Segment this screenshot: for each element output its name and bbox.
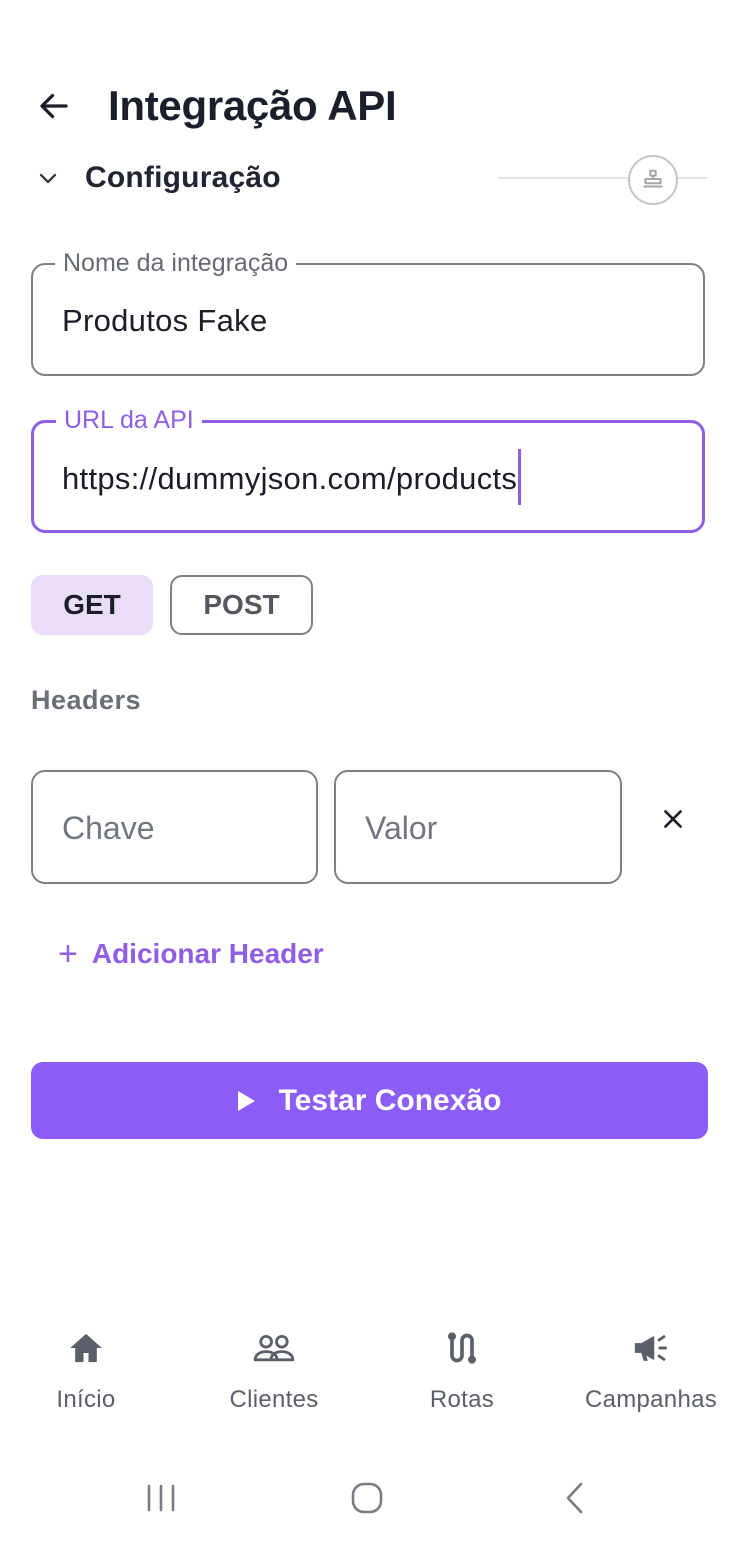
add-header-button[interactable]: + Adicionar Header — [58, 934, 324, 974]
text-caret — [518, 449, 522, 505]
megaphone-icon — [629, 1326, 673, 1370]
nav-item-campanhas[interactable]: Campanhas — [561, 1310, 738, 1414]
stamp-icon — [643, 169, 663, 188]
header-value-placeholder: Valor — [365, 810, 438, 846]
page-title: Integração API — [108, 82, 397, 129]
chevron-down-icon — [39, 173, 57, 184]
plus-icon: + — [58, 935, 78, 973]
play-icon — [237, 1090, 255, 1111]
nav-item-inicio[interactable]: Início — [0, 1310, 176, 1414]
route-icon — [440, 1326, 484, 1370]
back-button[interactable] — [30, 82, 78, 130]
header-key-placeholder: Chave — [62, 810, 155, 846]
nav-label-campanhas: Campanhas — [584, 1386, 718, 1413]
integration-name-field[interactable]: Nome da integração Produtos Fake — [31, 248, 705, 376]
close-icon — [664, 810, 682, 828]
integration-name-value: Produtos Fake — [62, 303, 268, 338]
section-configuracao[interactable]: Configuração — [30, 152, 710, 205]
section-title: Configuração — [85, 161, 281, 194]
api-url-label: URL da API — [56, 405, 202, 435]
headers-label: Headers — [31, 685, 142, 715]
header-value-input[interactable]: Valor — [334, 770, 622, 884]
nav-item-clientes[interactable]: Clientes — [184, 1310, 364, 1414]
bottom-nav: Início Clientes Rotas Campanhas — [0, 1310, 738, 1430]
recent-apps-icon — [147, 1484, 175, 1512]
header-key-input[interactable]: Chave — [31, 770, 318, 884]
test-connection-button[interactable]: Testar Conexão — [31, 1062, 708, 1139]
nav-label-clientes: Clientes — [229, 1386, 319, 1413]
home-system-button[interactable] — [337, 1468, 397, 1528]
home-icon — [64, 1326, 108, 1370]
chevron-left-icon — [566, 1482, 583, 1514]
method-get-chip[interactable]: GET — [31, 575, 153, 635]
nav-label-rotas: Rotas — [429, 1386, 495, 1413]
home-circle-icon — [351, 1482, 383, 1514]
stamp-button[interactable] — [628, 155, 678, 205]
arrow-left-icon — [40, 93, 68, 119]
api-url-field[interactable]: URL da API https://dummyjson.com/product… — [31, 405, 705, 533]
add-header-label: Adicionar Header — [91, 938, 324, 969]
users-icon — [252, 1326, 296, 1370]
clipped-section-title — [86, 1196, 216, 1204]
system-back-button[interactable] — [545, 1468, 605, 1528]
recent-apps-button[interactable] — [131, 1468, 191, 1528]
test-connection-label: Testar Conexão — [278, 1083, 502, 1117]
nav-label-inicio: Início — [56, 1386, 116, 1413]
method-post-chip[interactable]: POST — [170, 575, 313, 635]
api-url-value-wrap: https://dummyjson.com/products — [62, 449, 522, 505]
remove-header-button[interactable] — [650, 796, 696, 842]
nav-item-rotas[interactable]: Rotas — [372, 1310, 552, 1414]
api-url-value: https://dummyjson.com/products — [62, 461, 518, 497]
integration-name-label: Nome da integração — [55, 248, 297, 278]
